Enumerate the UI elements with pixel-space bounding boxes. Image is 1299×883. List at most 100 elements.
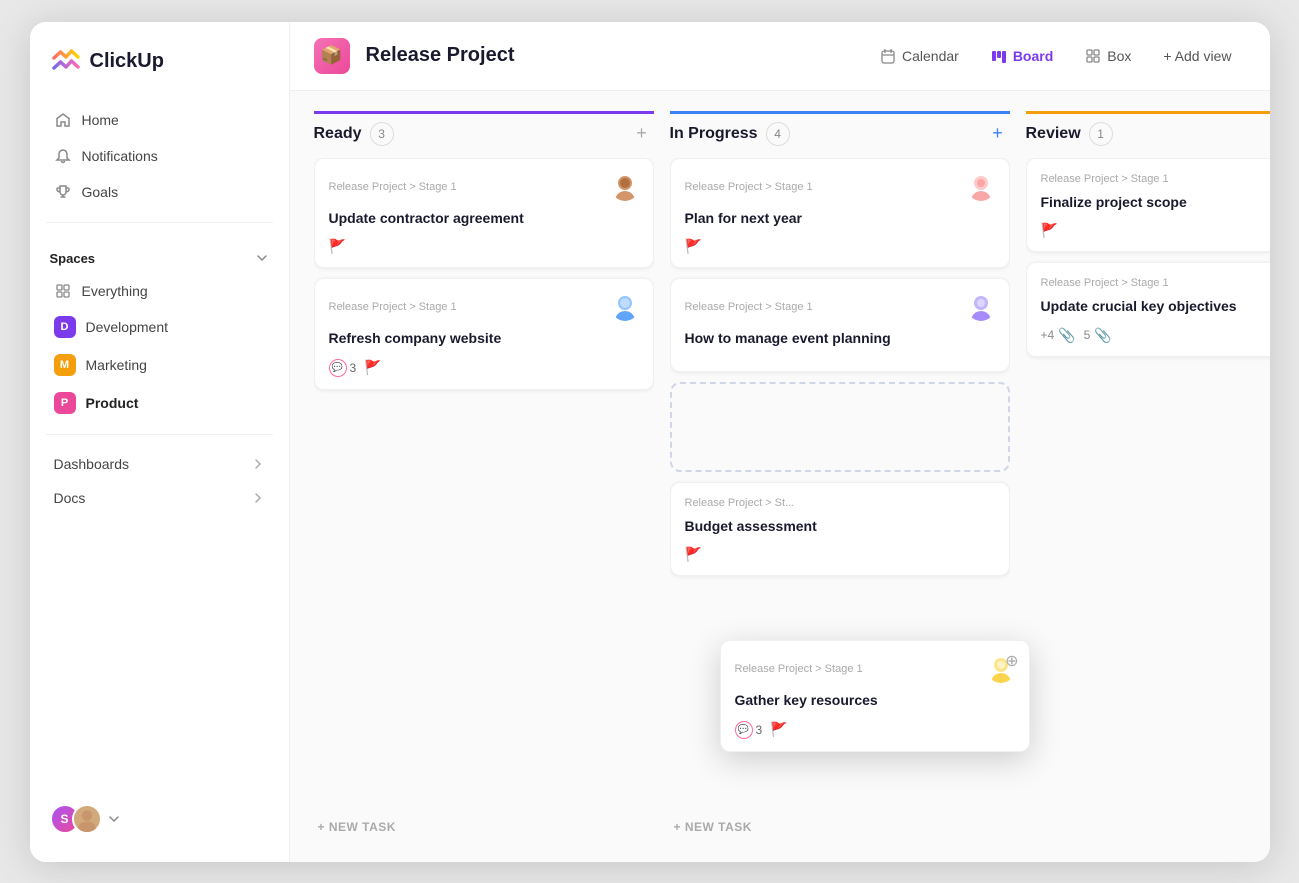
card-project-1: Release Project > Stage 1 bbox=[329, 181, 457, 193]
card-project-4: Release Project > Stage 1 bbox=[685, 301, 813, 313]
card-project-2: Release Project > Stage 1 bbox=[329, 301, 457, 313]
marketing-dot: M bbox=[54, 354, 76, 376]
column-header-inprogress: In Progress 4 + bbox=[670, 111, 1010, 158]
home-icon bbox=[54, 111, 72, 129]
drag-handle[interactable]: ⊕ bbox=[1005, 651, 1018, 671]
card-update-contractor[interactable]: Release Project > Stage 1 Update contrac… bbox=[314, 158, 654, 269]
docs-label: Docs bbox=[54, 490, 86, 506]
flag-green-2: 🚩 bbox=[364, 359, 381, 376]
bell-icon bbox=[54, 147, 72, 165]
card-event-planning[interactable]: Release Project > Stage 1 How to manage … bbox=[670, 278, 1010, 372]
column-count-review: 1 bbox=[1089, 122, 1113, 146]
attachment-extra: +4 📎 bbox=[1041, 327, 1076, 344]
add-card-ready[interactable]: + bbox=[630, 122, 654, 146]
avatar-c2 bbox=[611, 293, 639, 321]
flag-red-3: 🚩 bbox=[685, 238, 702, 255]
column-title-ready: Ready bbox=[314, 125, 362, 143]
add-card-inprogress[interactable]: + bbox=[986, 122, 1010, 146]
new-task-inprogress[interactable]: + NEW TASK bbox=[670, 812, 1010, 842]
board-area: Ready 3 + Release Project > Stage 1 Upda… bbox=[290, 91, 1270, 862]
avatar-c1 bbox=[611, 173, 639, 201]
calendar-icon bbox=[880, 48, 896, 64]
sidebar-item-product[interactable]: P Product bbox=[42, 384, 277, 422]
user-menu-chevron[interactable] bbox=[108, 813, 120, 825]
card-footer-5: 🚩 bbox=[685, 546, 995, 563]
card-title-1: Update contractor agreement bbox=[329, 209, 639, 229]
product-dot: P bbox=[54, 392, 76, 414]
comment-bubble-2: 💬 bbox=[329, 359, 347, 377]
card-update-objectives[interactable]: Release Project > Stage 1 Update crucial… bbox=[1026, 262, 1270, 357]
new-task-ready-label: + NEW TASK bbox=[318, 820, 396, 834]
card-finalize-scope[interactable]: Release Project > Stage 1 Finalize proje… bbox=[1026, 158, 1270, 253]
main-nav: Home Notifications Goals bbox=[30, 102, 289, 210]
spaces-list: Everything D Development M Marketing P P… bbox=[30, 274, 289, 422]
extra-count: +4 bbox=[1041, 328, 1055, 342]
card-footer-2: 💬 3 🚩 bbox=[329, 359, 639, 377]
comment-num-2: 3 bbox=[350, 361, 357, 375]
column-title-inprogress: In Progress bbox=[670, 125, 758, 143]
card-budget-assessment[interactable]: Release Project > St... Budget assessmen… bbox=[670, 482, 1010, 577]
sidebar-item-goals[interactable]: Goals bbox=[42, 174, 277, 210]
new-task-ready[interactable]: + NEW TASK bbox=[314, 812, 654, 842]
card-title-3: Plan for next year bbox=[685, 209, 995, 229]
flag-red-6: 🚩 bbox=[1041, 222, 1058, 239]
floating-card-gather-resources[interactable]: ⊕ Release Project > Stage 1 Gather key r… bbox=[720, 640, 1030, 752]
floating-card-title: Gather key resources bbox=[735, 691, 1015, 711]
sidebar-item-development-label: Development bbox=[86, 319, 169, 335]
board-icon bbox=[991, 48, 1007, 64]
calendar-label: Calendar bbox=[902, 48, 959, 64]
card-plan-next-year[interactable]: Release Project > Stage 1 Plan for next … bbox=[670, 158, 1010, 269]
sidebar-item-marketing[interactable]: M Marketing bbox=[42, 346, 277, 384]
sidebar-item-product-label: Product bbox=[86, 395, 139, 411]
main-content: 📦 Release Project Calendar Board Box + A… bbox=[290, 22, 1270, 862]
floating-card-project: Release Project > Stage 1 bbox=[735, 663, 863, 675]
comment-count-2: 💬 3 bbox=[329, 359, 357, 377]
view-switcher: Calendar Board Box + Add view bbox=[866, 41, 1246, 71]
sidebar-item-everything[interactable]: Everything bbox=[42, 274, 277, 308]
sidebar-item-goals-label: Goals bbox=[82, 184, 119, 200]
cards-review: Release Project > Stage 1 Finalize proje… bbox=[1026, 158, 1270, 842]
column-review: Review 1 + Release Project > Stage 1 Fin… bbox=[1026, 111, 1270, 842]
chevron-down-icon bbox=[255, 251, 269, 265]
box-view-btn[interactable]: Box bbox=[1071, 41, 1145, 71]
card-meta-1: Release Project > Stage 1 bbox=[329, 173, 639, 201]
sidebar-item-docs[interactable]: Docs bbox=[42, 481, 277, 515]
card-project-6: Release Project > Stage 1 bbox=[1041, 173, 1169, 185]
card-project-3: Release Project > Stage 1 bbox=[685, 181, 813, 193]
sidebar-item-dashboards[interactable]: Dashboards bbox=[42, 447, 277, 481]
sidebar: ClickUp Home Notifications Goals bbox=[30, 22, 290, 862]
app-name: ClickUp bbox=[90, 50, 164, 73]
add-view-btn[interactable]: + Add view bbox=[1149, 41, 1245, 71]
clickup-logo-icon bbox=[50, 46, 82, 78]
trophy-icon bbox=[54, 183, 72, 201]
column-header-ready: Ready 3 + bbox=[314, 111, 654, 158]
floating-card-footer: 💬 3 🚩 bbox=[735, 721, 1015, 739]
card-footer-1: 🚩 bbox=[329, 238, 639, 255]
card-title-6: Finalize project scope bbox=[1041, 193, 1270, 213]
card-title-4: How to manage event planning bbox=[685, 329, 995, 349]
card-refresh-website[interactable]: Release Project > Stage 1 Refresh compan… bbox=[314, 278, 654, 390]
add-view-label: + Add view bbox=[1163, 48, 1231, 64]
box-icon bbox=[1085, 48, 1101, 64]
sidebar-item-notifications[interactable]: Notifications bbox=[42, 138, 277, 174]
column-count-inprogress: 4 bbox=[766, 122, 790, 146]
column-count-ready: 3 bbox=[370, 122, 394, 146]
project-icon: 📦 bbox=[314, 38, 350, 74]
comment-bubble-float: 💬 bbox=[735, 721, 753, 739]
column-ready: Ready 3 + Release Project > Stage 1 Upda… bbox=[314, 111, 654, 842]
avatar-c3 bbox=[967, 173, 995, 201]
paperclip-icon-2: 📎 bbox=[1094, 327, 1111, 344]
floating-card-meta: Release Project > Stage 1 bbox=[735, 655, 1015, 683]
card-meta-4: Release Project > Stage 1 bbox=[685, 293, 995, 321]
paperclip-icon-1: 📎 bbox=[1058, 327, 1075, 344]
bottom-nav: Dashboards Docs bbox=[30, 447, 289, 515]
board-view-btn[interactable]: Board bbox=[977, 41, 1067, 71]
dashboards-label: Dashboards bbox=[54, 456, 130, 472]
sidebar-item-development[interactable]: D Development bbox=[42, 308, 277, 346]
grid-icon bbox=[54, 282, 72, 300]
calendar-view-btn[interactable]: Calendar bbox=[866, 41, 973, 71]
card-title-5: Budget assessment bbox=[685, 517, 995, 537]
card-footer-6: 🚩 bbox=[1041, 222, 1270, 239]
sidebar-footer: S bbox=[30, 792, 289, 846]
sidebar-item-home[interactable]: Home bbox=[42, 102, 277, 138]
